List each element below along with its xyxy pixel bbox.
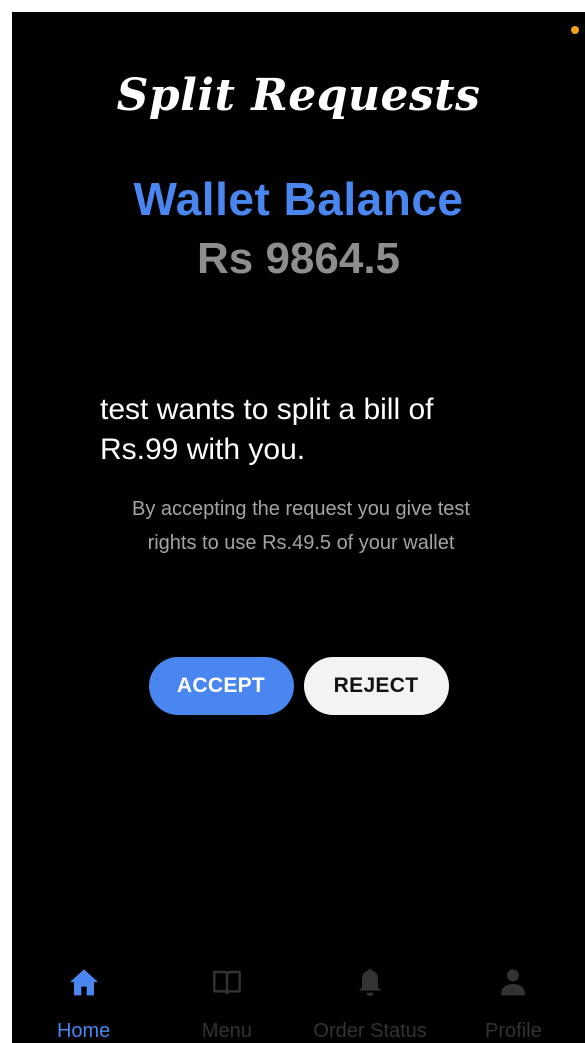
nav-item-order-status[interactable]: Order Status bbox=[299, 964, 442, 1043]
split-request-note: By accepting the request you give test r… bbox=[132, 498, 470, 554]
nav-label-profile: Profile bbox=[485, 1020, 542, 1042]
split-request-message: test wants to split a bill of Rs.99 with… bbox=[100, 393, 434, 466]
bell-icon bbox=[352, 964, 388, 1000]
bottom-navigation: Home Menu Order Status Profile bbox=[12, 964, 585, 1043]
nav-label-home: Home bbox=[56, 1020, 111, 1042]
book-icon bbox=[209, 964, 245, 1000]
nav-label-menu: Menu bbox=[201, 1020, 252, 1042]
nav-label-order-status: Order Status bbox=[313, 1020, 427, 1042]
nav-item-menu[interactable]: Menu bbox=[155, 964, 298, 1043]
person-icon bbox=[495, 964, 531, 1000]
wallet-balance-amount: Rs 9864.5 bbox=[196, 234, 401, 283]
nav-item-home[interactable]: Home bbox=[12, 964, 155, 1043]
home-icon bbox=[66, 964, 102, 1000]
app-screen: Split Requests Wallet Balance Rs 9864.5 … bbox=[12, 12, 585, 1043]
accept-button[interactable]: ACCEPT bbox=[148, 657, 294, 715]
nav-item-profile[interactable]: Profile bbox=[442, 964, 585, 1043]
status-indicator-icon bbox=[571, 26, 579, 34]
page-title: Split Requests bbox=[116, 70, 481, 121]
reject-button[interactable]: REJECT bbox=[303, 657, 449, 715]
wallet-balance-label: Wallet Balance bbox=[133, 173, 464, 225]
request-actions: ACCEPT REJECT bbox=[12, 657, 585, 715]
